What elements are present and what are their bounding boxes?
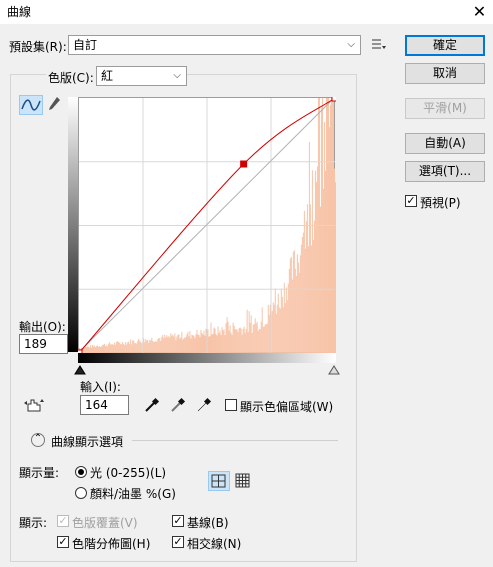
chevron-down-icon: ⌵ [173,70,181,81]
show-label: 顯示: [19,516,48,530]
channel-value: 紅 [101,69,114,83]
preset-menu-icon[interactable] [372,38,386,50]
histogram-checkbox[interactable]: ✓ [57,536,69,548]
options-button[interactable]: 選項(T)... [405,161,485,182]
close-icon[interactable]: ✕ [466,0,493,24]
curve-tool-button[interactable] [19,95,43,115]
preview-label: 預視(P) [420,196,461,210]
output-input[interactable]: 189 [19,334,68,354]
smooth-button[interactable]: 平滑(M) [405,98,485,119]
pencil-icon[interactable] [47,96,61,112]
light-radio[interactable] [75,466,87,478]
channel-overlays-checkbox[interactable]: ✓ [57,515,69,527]
curve-display-label: 曲線顯示選項 [51,435,124,449]
grid-10-icon[interactable] [235,473,251,489]
show-amount-label: 顯示量: [19,466,60,480]
show-clipping-checkbox[interactable] [225,399,237,411]
white-eyedropper-icon[interactable] [196,397,212,416]
histogram-label: 色階分佈圖(H) [72,537,151,551]
window-title: 曲線 [7,5,32,19]
grid-4-icon [211,474,226,488]
channel-select[interactable]: 紅 ⌵ [96,66,187,86]
input-gradient [78,353,336,363]
preset-value: 自訂 [73,38,98,52]
preset-select[interactable]: 自訂 ⌵ [68,35,361,55]
gray-eyedropper-icon[interactable] [170,397,186,416]
white-point-slider[interactable] [328,364,340,378]
intersection-checkbox[interactable]: ✓ [172,536,184,548]
black-eyedropper-icon[interactable] [144,397,160,416]
intersection-label: 相交線(N) [187,537,242,551]
curve-graph[interactable] [78,97,336,353]
show-clipping-label: 顯示色偏區域(W) [240,400,334,414]
curve-control-point[interactable] [240,160,248,168]
ok-button[interactable]: 確定 [405,35,485,56]
baseline-checkbox[interactable]: ✓ [172,515,184,527]
title-bar [0,0,493,24]
light-label: 光 (0-255)(L) [90,466,167,480]
preview-checkbox[interactable]: ✓ [405,195,417,207]
targeted-adjustment-icon[interactable] [24,397,44,413]
input-input[interactable]: 164 [80,395,129,415]
input-label: 輸入(I): [80,380,121,394]
pigment-label: 顏料/油墨 %(G) [90,487,176,501]
simple-grid-button[interactable] [208,471,230,491]
curve-edit-icon [21,99,41,111]
channel-overlays-label: 色版覆蓋(V) [72,516,138,530]
channel-label: 色版(C): [46,69,96,86]
collapse-toggle-icon[interactable]: ⌃ [31,433,45,447]
baseline-label: 基線(B) [187,516,229,530]
pigment-radio[interactable] [75,487,87,499]
cancel-button[interactable]: 取消 [405,63,485,84]
preset-label: 預設集(R): [9,40,67,54]
output-label: 輸出(O): [19,320,66,334]
chevron-down-icon: ⌵ [347,39,355,50]
black-point-slider[interactable] [74,364,86,378]
output-gradient [68,97,78,352]
auto-button[interactable]: 自動(A) [405,133,485,154]
curve-control-point[interactable] [331,97,336,102]
section-divider [132,440,338,441]
